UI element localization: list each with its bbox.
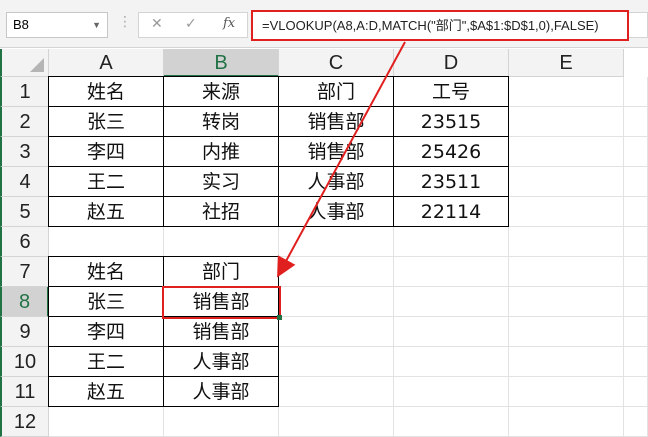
annotation-arrow bbox=[277, 41, 406, 278]
